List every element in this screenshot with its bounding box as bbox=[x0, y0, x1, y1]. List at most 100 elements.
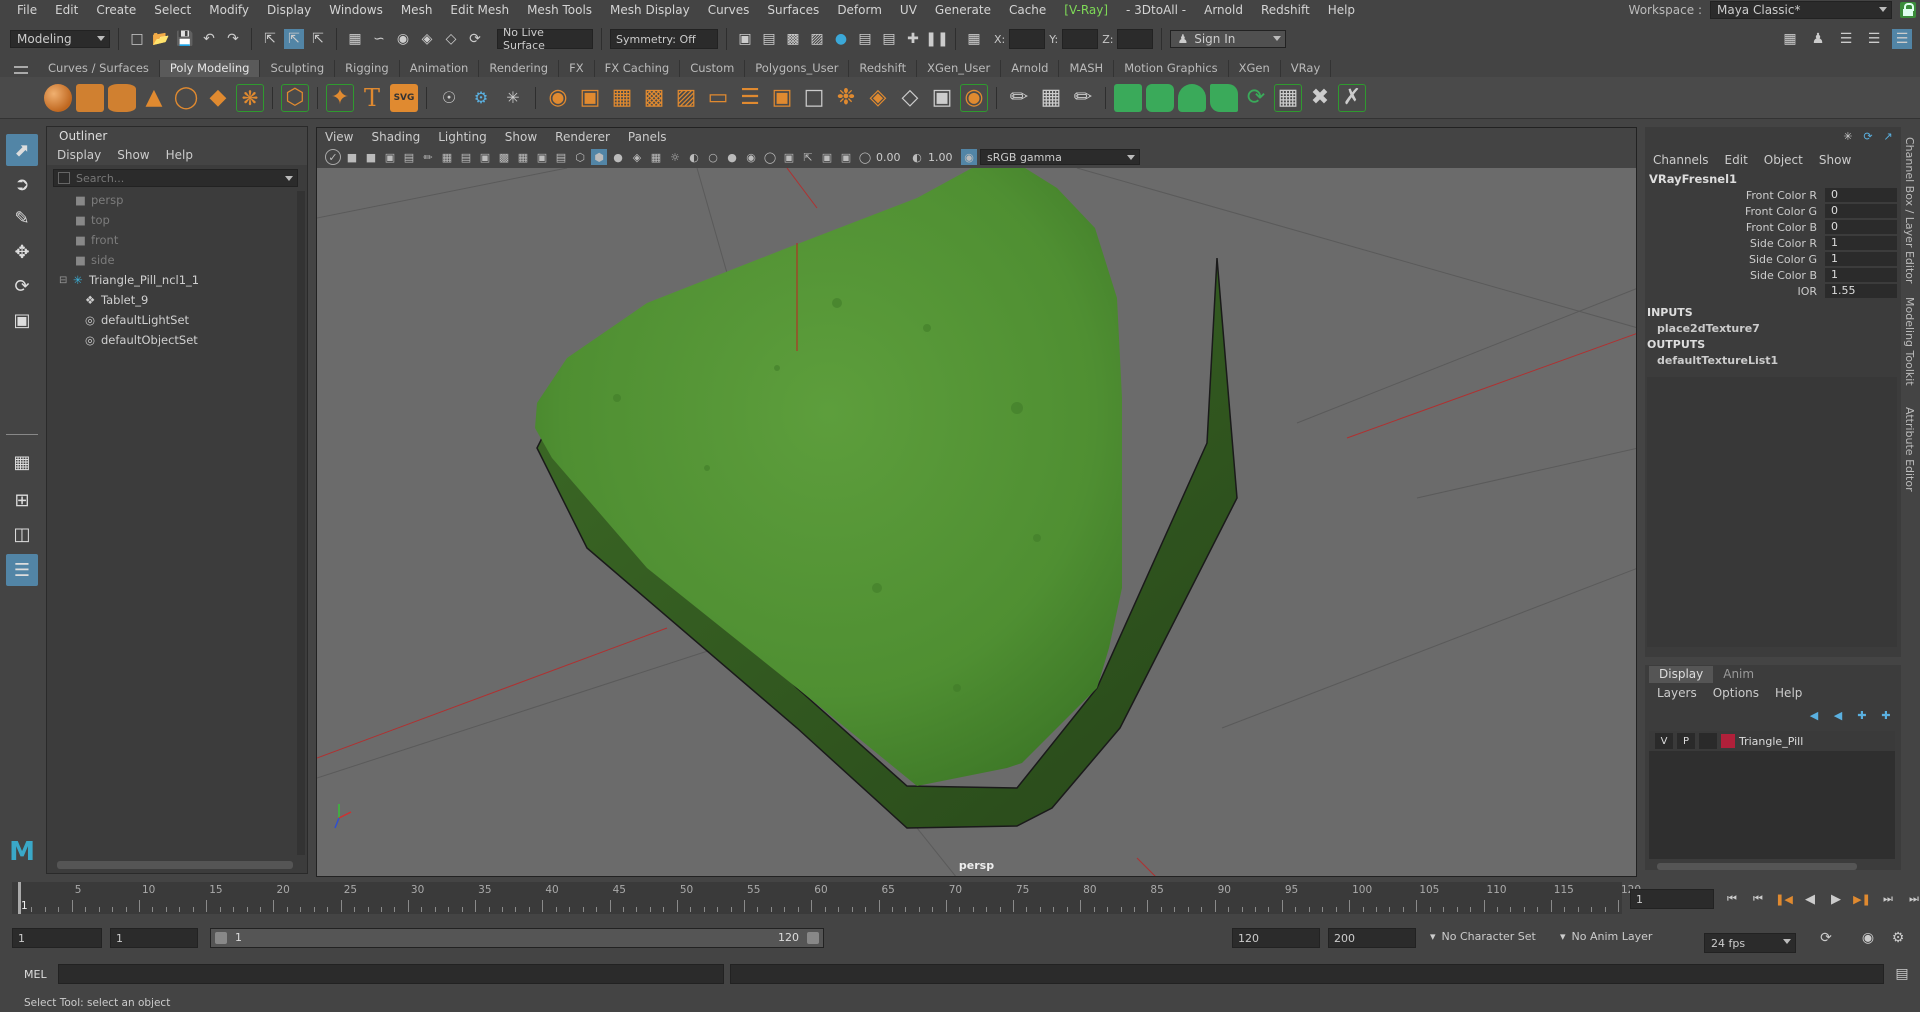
wireframe-icon[interactable]: ⬡ bbox=[572, 149, 588, 165]
boolean-icon[interactable]: ▨ bbox=[672, 84, 700, 112]
field-chart-icon[interactable]: ▦ bbox=[515, 149, 531, 165]
poly-cone-icon[interactable]: ▲ bbox=[140, 84, 168, 112]
modeling-toolkit-icon[interactable]: ▦ bbox=[1780, 29, 1800, 49]
reset-transform-icon[interactable]: ✳ bbox=[499, 84, 527, 112]
y-field[interactable] bbox=[1062, 29, 1099, 49]
tab-anim[interactable]: Anim bbox=[1713, 666, 1764, 683]
transform-mode-icon[interactable]: ▦ bbox=[964, 29, 984, 49]
anim-layer-dropdown[interactable]: ▾ No Anim Layer bbox=[1560, 930, 1652, 943]
scene-start-field[interactable]: 1 bbox=[12, 928, 102, 948]
ambient-occlusion-icon[interactable]: ○ bbox=[705, 149, 721, 165]
image-plane-icon[interactable]: ▣ bbox=[382, 149, 398, 165]
exposure-icon[interactable]: ◯ bbox=[857, 149, 873, 165]
current-frame-field[interactable]: 1 bbox=[1630, 889, 1714, 909]
gate-mask-icon[interactable]: ▩ bbox=[496, 149, 512, 165]
pill-top-mesh[interactable] bbox=[535, 163, 1122, 786]
node-name[interactable]: VRayFresnel1 bbox=[1645, 171, 1901, 187]
live-surface-field[interactable]: No Live Surface bbox=[497, 26, 593, 52]
planar-mapping-icon[interactable] bbox=[1114, 83, 1142, 112]
layer-color-swatch[interactable] bbox=[1721, 734, 1735, 748]
lasso-tool-icon[interactable]: ➲ bbox=[6, 168, 38, 200]
open-scene-icon[interactable]: 📂 bbox=[151, 29, 171, 49]
smooth-shade-icon[interactable]: ⬢ bbox=[591, 149, 607, 165]
attribute-row[interactable]: Front Color B 0 bbox=[1645, 219, 1901, 235]
menu-surfaces[interactable]: Surfaces bbox=[758, 3, 828, 17]
layer-playback-toggle[interactable]: P bbox=[1677, 733, 1695, 749]
input-node[interactable]: place2dTexture7 bbox=[1645, 321, 1901, 337]
tool-settings-icon[interactable]: ☰ bbox=[1836, 29, 1856, 49]
multi-cut-icon[interactable]: ✏ bbox=[1005, 84, 1033, 112]
menu-edit[interactable]: Edit bbox=[46, 3, 87, 17]
menu-arnold[interactable]: Arnold bbox=[1195, 3, 1252, 17]
collapse-icon[interactable]: ⊟ bbox=[59, 275, 73, 286]
menu-select[interactable]: Select bbox=[145, 3, 200, 17]
list-item[interactable]: ◎ defaultLightSet bbox=[85, 311, 189, 329]
channel-box-icon[interactable]: ☰ bbox=[1892, 29, 1912, 49]
textured-icon[interactable]: ▦ bbox=[648, 149, 664, 165]
sync-icon[interactable]: ⟳ bbox=[1861, 129, 1875, 143]
auto-key-icon[interactable]: ◉ bbox=[1858, 928, 1878, 948]
range-start-handle[interactable] bbox=[215, 932, 227, 944]
use-all-lights-icon[interactable]: ☼ bbox=[667, 149, 683, 165]
four-view-icon[interactable]: ⊞ bbox=[6, 484, 38, 516]
layer-menu-layers[interactable]: Layers bbox=[1657, 686, 1697, 700]
poly-plane-icon[interactable]: ◆ bbox=[204, 84, 232, 112]
menu-mesh-display[interactable]: Mesh Display bbox=[601, 3, 699, 17]
list-item[interactable]: ■ top bbox=[75, 211, 110, 229]
freeze-transform-icon[interactable]: ⚙ bbox=[467, 84, 495, 112]
snap-grid-icon[interactable]: ▦ bbox=[345, 29, 365, 49]
shelf-tab-rendering[interactable]: Rendering bbox=[479, 60, 560, 77]
attribute-row[interactable]: Front Color G 0 bbox=[1645, 203, 1901, 219]
move-layer-down-icon[interactable]: ◀ bbox=[1829, 707, 1847, 723]
new-scene-icon[interactable]: □ bbox=[127, 29, 147, 49]
node-tree-icon[interactable]: ✳ bbox=[1841, 129, 1855, 143]
hypershade-icon[interactable]: ● bbox=[831, 29, 851, 49]
menu-curves[interactable]: Curves bbox=[699, 3, 759, 17]
layer-menu-options[interactable]: Options bbox=[1713, 686, 1759, 700]
offset-edge-loop-icon[interactable]: ✏ bbox=[1069, 84, 1097, 112]
menu-display[interactable]: Display bbox=[258, 3, 320, 17]
outliner-menu-display[interactable]: Display bbox=[57, 148, 101, 162]
shadows-icon[interactable]: ◐ bbox=[686, 149, 702, 165]
attribute-value[interactable]: 0 bbox=[1825, 204, 1897, 218]
shelf-tab-fx-caching[interactable]: FX Caching bbox=[595, 60, 681, 77]
3d-scene[interactable]: persp bbox=[317, 163, 1636, 876]
script-language-label[interactable]: MEL bbox=[24, 968, 47, 981]
shelf-tab-motion-graphics[interactable]: Motion Graphics bbox=[1114, 60, 1229, 77]
layer-type-toggle[interactable] bbox=[1699, 733, 1717, 749]
attribute-row[interactable]: Side Color G 1 bbox=[1645, 251, 1901, 267]
super-shape-icon[interactable]: ✦ bbox=[326, 83, 354, 112]
safe-action-icon[interactable]: ▣ bbox=[534, 149, 550, 165]
extrude-icon[interactable]: ▣ bbox=[768, 84, 796, 112]
collapse-icon[interactable]: ▣ bbox=[928, 84, 956, 112]
viewport-menu-shading[interactable]: Shading bbox=[371, 130, 420, 144]
fps-dropdown[interactable]: 24 fps bbox=[1704, 933, 1796, 953]
rotate-tool-icon[interactable]: ⟳ bbox=[6, 270, 38, 302]
grid-icon[interactable]: ▦ bbox=[439, 149, 455, 165]
separate-icon[interactable]: ▣ bbox=[576, 84, 604, 112]
list-item[interactable]: ❖ Tablet_9 bbox=[85, 291, 148, 309]
outliner-search-input[interactable]: Search... bbox=[53, 169, 298, 187]
menu-cache[interactable]: Cache bbox=[1000, 3, 1055, 17]
ipr-render-icon[interactable]: ▩ bbox=[783, 29, 803, 49]
poly-disc-icon[interactable]: ❋ bbox=[236, 83, 264, 112]
exposure-value[interactable]: 0.00 bbox=[876, 151, 906, 164]
time-slider[interactable]: 1 5 10 15 20 25 30 35 40 45 50 55 60 65 70 75 80 85 90 95 10… bbox=[12, 882, 1641, 914]
mirror-icon[interactable]: ▭ bbox=[704, 84, 732, 112]
outliner-layout-icon[interactable]: ☰ bbox=[6, 554, 38, 586]
camera-attr-icon[interactable]: ■ bbox=[344, 149, 360, 165]
wedge-icon[interactable]: ◉ bbox=[960, 83, 988, 112]
scene-end-field[interactable]: 200 bbox=[1328, 928, 1416, 948]
poly-cylinder-icon[interactable] bbox=[108, 83, 136, 112]
list-item[interactable]: ■ side bbox=[75, 251, 115, 269]
tab-attribute-editor[interactable]: Attribute Editor bbox=[1903, 407, 1916, 492]
z-field[interactable] bbox=[1117, 29, 1154, 49]
menu-uv[interactable]: UV bbox=[891, 3, 926, 17]
xray-icon[interactable]: ⇱ bbox=[800, 149, 816, 165]
bevel-icon[interactable]: ❉ bbox=[832, 84, 860, 112]
range-slider[interactable]: 1 120 bbox=[210, 928, 824, 948]
reduce-icon[interactable]: ☰ bbox=[736, 84, 764, 112]
extract-icon[interactable]: ▦ bbox=[608, 84, 636, 112]
poly-cube-icon[interactable] bbox=[76, 83, 104, 112]
cylindrical-mapping-icon[interactable] bbox=[1146, 83, 1174, 112]
